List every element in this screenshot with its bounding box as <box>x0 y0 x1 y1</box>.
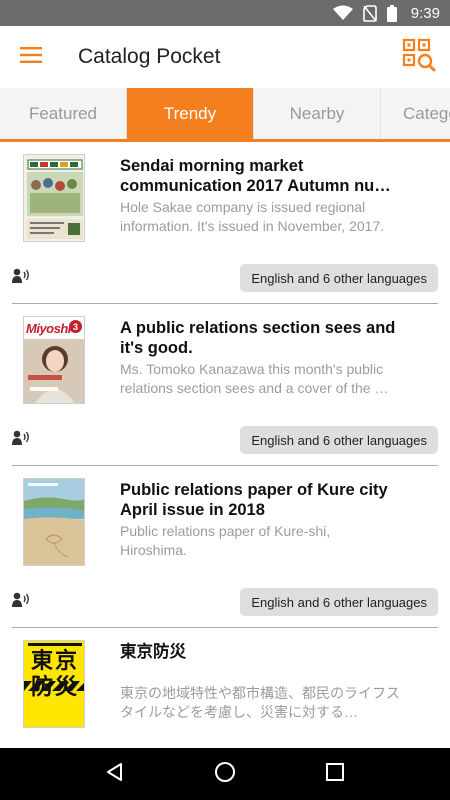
languages-chip[interactable]: English and 6 other languages <box>240 588 438 616</box>
no-sim-icon <box>362 4 377 22</box>
item-description: Public relations paper of Kure-shi, Hiro… <box>120 523 331 558</box>
languages-chip[interactable]: English and 6 other languages <box>240 264 438 292</box>
menu-icon <box>20 46 42 68</box>
wifi-icon <box>332 5 353 21</box>
status-bar: 9:39 <box>0 0 450 26</box>
catalog-cover <box>23 154 85 242</box>
cover-title: 東京防災 <box>30 649 79 700</box>
catalog-cover <box>23 478 85 566</box>
recents-icon <box>326 762 344 786</box>
audio-guide-icon <box>12 592 32 608</box>
item-description: Hole Sakae company is issued regional in… <box>120 199 385 234</box>
category-tabs: Featured Trendy Nearby Catego <box>0 88 450 142</box>
status-time: 9:39 <box>410 4 440 22</box>
tab-featured[interactable]: Featured <box>0 88 127 139</box>
item-title: Public relations paper of Kure city Apri… <box>120 481 388 519</box>
battery-icon <box>386 4 397 22</box>
list-item[interactable]: Sendai morning market communication 2017… <box>12 142 438 304</box>
system-nav-bar <box>0 748 450 800</box>
qr-search-button[interactable] <box>388 26 450 88</box>
tab-trendy[interactable]: Trendy <box>127 88 254 139</box>
list-item[interactable]: 東京防災 東京防災 東京の地域特性や都市構造、都民のライフスタイルなどを考慮し、… <box>12 628 438 748</box>
audio-guide-icon <box>12 268 32 284</box>
tab-categories[interactable]: Catego <box>381 88 450 139</box>
recents-button[interactable] <box>315 754 355 794</box>
qr-search-icon <box>402 38 436 77</box>
audio-guide-icon <box>12 430 32 446</box>
app-title: Catalog Pocket <box>78 45 221 68</box>
item-description: 東京の地域特性や都市構造、都民のライフスタイルなどを考慮し、災害に対する… <box>120 685 400 720</box>
back-icon <box>105 762 125 787</box>
list-item[interactable]: Miyoshi 3 A public relations section see… <box>12 304 438 466</box>
item-title: Sendai morning market communication 2017… <box>120 157 391 195</box>
item-title: A public relations section sees and it's… <box>120 319 396 357</box>
list-item[interactable]: Public relations paper of Kure city Apri… <box>12 466 438 628</box>
catalog-cover: Miyoshi 3 <box>23 316 85 404</box>
back-button[interactable] <box>95 754 135 794</box>
app-bar: Catalog Pocket <box>0 26 450 88</box>
tab-nearby[interactable]: Nearby <box>254 88 381 139</box>
item-title: 東京防災 <box>120 643 186 661</box>
languages-chip[interactable]: English and 6 other languages <box>240 426 438 454</box>
catalog-cover: 東京防災 <box>23 640 85 728</box>
cover-issue-badge: 3 <box>69 320 82 333</box>
home-button[interactable] <box>205 754 245 794</box>
cover-masthead: Miyoshi <box>26 321 71 336</box>
item-description: Ms. Tomoko Kanazawa this month's public … <box>120 361 389 396</box>
catalog-list: Sendai morning market communication 2017… <box>0 142 450 748</box>
menu-button[interactable] <box>0 26 62 88</box>
home-icon <box>214 761 236 788</box>
